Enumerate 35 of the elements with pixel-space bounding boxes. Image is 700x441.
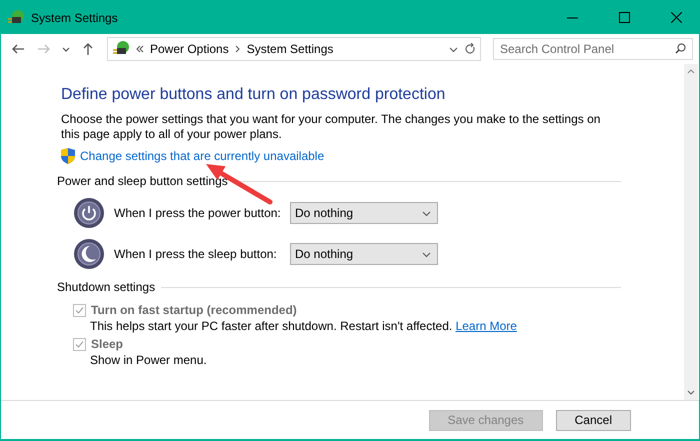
action-dropdown[interactable]: Do nothing <box>290 243 438 265</box>
option-description: This helps start your PC faster after shutdown. Restart isn't affected. Learn More <box>90 319 518 333</box>
checkbox-label: Sleep <box>91 337 124 351</box>
address-bar[interactable]: Power Options System Settings <box>107 37 481 61</box>
search-field[interactable]: Search Control Panel <box>493 38 693 60</box>
maximize-icon <box>618 12 630 23</box>
scroll-up-icon[interactable] <box>687 68 695 74</box>
page-description: Choose the power settings that you want for your computer. The changes you make to the settings on this page apply to all of your power plans. <box>61 112 602 142</box>
breadcrumb[interactable]: System Settings <box>246 42 334 56</box>
close-icon <box>670 12 682 23</box>
action-dropdown[interactable]: Do nothing <box>290 202 438 224</box>
refresh-icon[interactable] <box>464 43 476 55</box>
power-icon <box>73 197 105 229</box>
chevron-down-icon <box>422 250 431 258</box>
chevron-down-icon <box>422 208 431 218</box>
history-caret-icon <box>449 44 458 54</box>
row-label: When I press the sleep button: <box>114 247 278 261</box>
window-title: System Settings <box>31 10 119 24</box>
double-chevron-icon <box>136 45 144 53</box>
section-title: Shutdown settings <box>57 280 156 294</box>
dropdown-caret-icon <box>62 46 70 52</box>
checkbox-label: Turn on fast startup (recommended) <box>91 303 297 317</box>
section-title: Power and sleep button settings <box>57 174 228 188</box>
page-heading: Define power buttons and turn on password protection <box>61 86 446 104</box>
admin-settings-link[interactable]: Change settings that are currently unavailable <box>80 149 324 163</box>
row-label: When I press the power button: <box>114 206 282 220</box>
cancel-button[interactable]: Cancel <box>556 410 631 430</box>
search-icon <box>675 43 686 54</box>
scrollbar[interactable] <box>684 64 698 400</box>
option-description: Show in Power menu. <box>90 353 208 367</box>
moon-icon <box>73 238 105 270</box>
chevron-right-icon <box>234 45 241 53</box>
scroll-down-icon[interactable] <box>687 390 695 396</box>
breadcrumb[interactable]: Power Options <box>150 42 229 56</box>
shield-icon <box>61 148 75 164</box>
